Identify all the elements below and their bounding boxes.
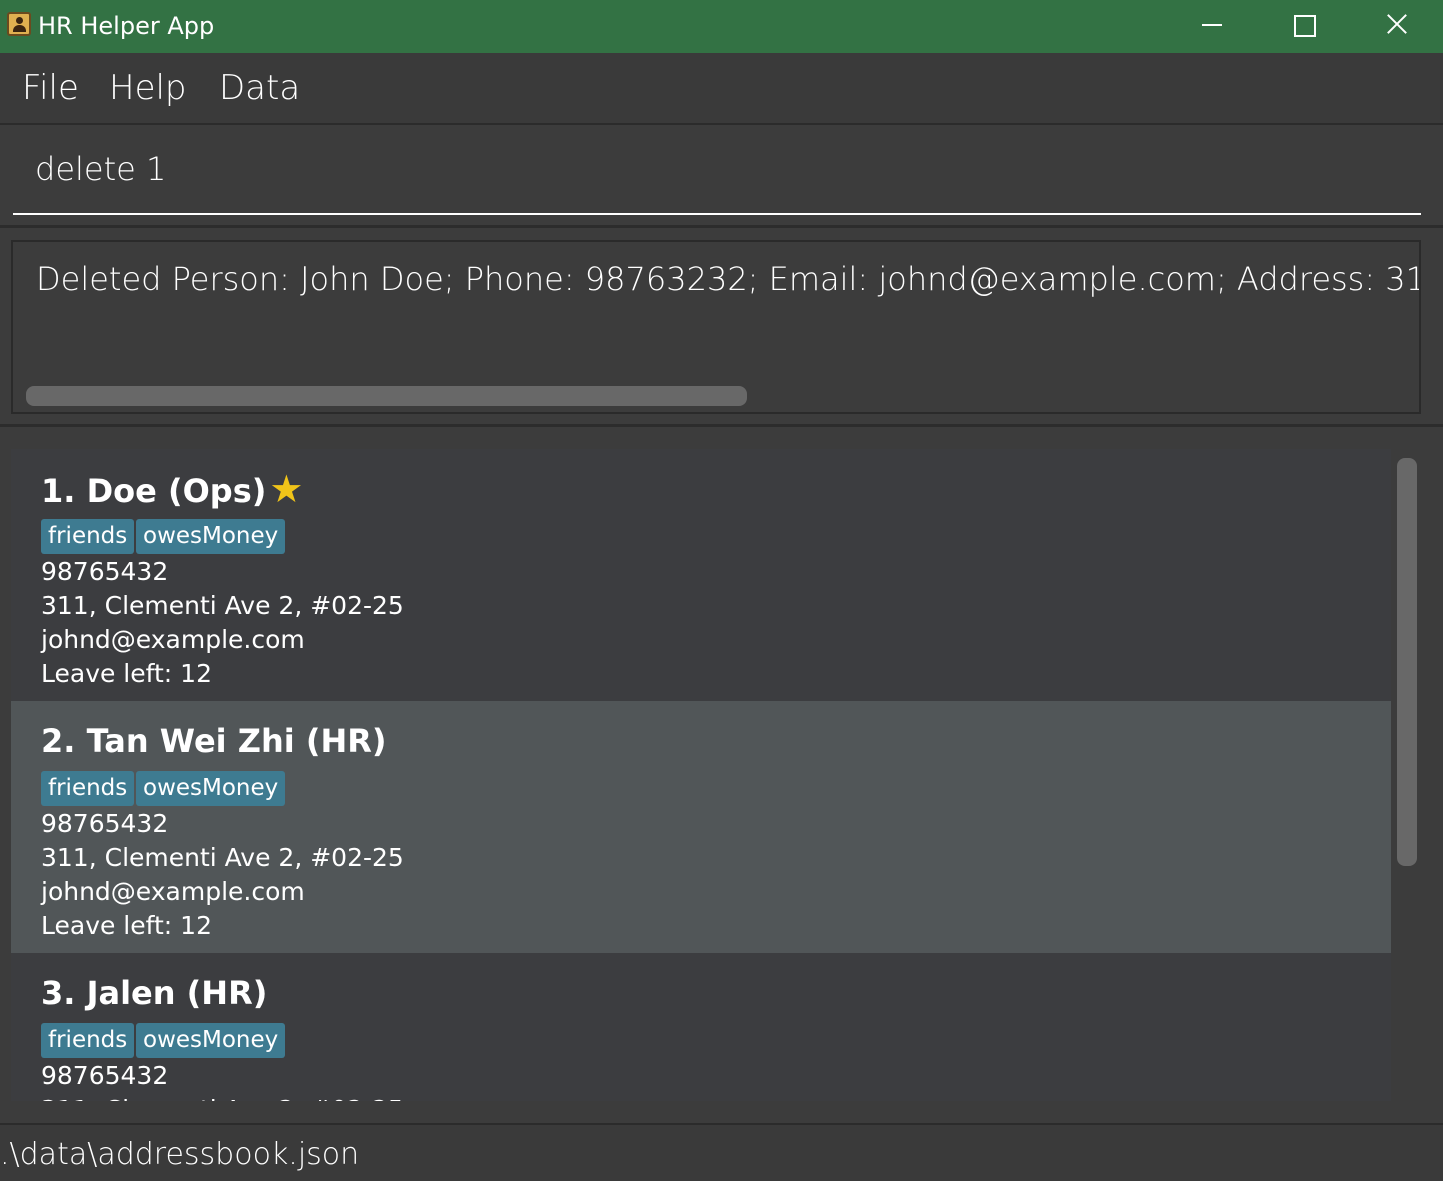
- close-button[interactable]: [1350, 0, 1440, 53]
- person-card[interactable]: 3. Jalen (HR) friendsowesMoney 98765432 311…: [11, 953, 1391, 1101]
- person-phone: 98765432: [41, 809, 169, 838]
- person-email: johnd@example.com: [41, 625, 305, 654]
- person-name: 1. Doe (Ops)★: [41, 467, 304, 511]
- person-address: 311, Clementi Ave 2, #02-25: [41, 843, 404, 872]
- result-message: Deleted Person: John Doe; Phone: 9876323…: [36, 260, 1419, 298]
- person-leave: Leave left: 12: [41, 659, 212, 688]
- save-file-path: .\data\addressbook.json: [0, 1137, 360, 1172]
- person-card[interactable]: 1. Doe (Ops)★ friends owesMoney 98765432 311…: [11, 449, 1391, 701]
- minimize-button[interactable]: [1167, 0, 1257, 53]
- person-list-scrollbar[interactable]: [1397, 458, 1417, 866]
- maximize-button[interactable]: [1258, 0, 1348, 53]
- person-card[interactable]: 2. Tan Wei Zhi (HR) friends owesMoney 98765…: [11, 701, 1391, 953]
- tag-friends: friends: [41, 1023, 135, 1058]
- title-bar: HR Helper App: [0, 0, 1443, 53]
- tag-friends: friends: [41, 519, 135, 554]
- window-title: HR Helper App: [38, 12, 215, 40]
- tag-owesmoney: owesMoney: [136, 519, 286, 554]
- person-list: 1. Doe (Ops)★ friends owesMoney 98765432 311…: [11, 449, 1391, 1101]
- person-address: 311, Clementi Ave 2, #02-25: [41, 591, 404, 620]
- person-leave: Leave left: 12: [41, 911, 212, 940]
- app-icon: [7, 12, 31, 36]
- person-phone: 98765432: [41, 557, 169, 586]
- person-name: 3. Jalen (HR): [41, 974, 268, 1012]
- command-box-area: [0, 125, 1443, 228]
- person-address: 311, Clementi Ave 2, #02-25: [41, 1095, 404, 1101]
- result-display: Deleted Person: John Doe; Phone: 9876323…: [11, 240, 1421, 414]
- menu-help[interactable]: Help: [109, 67, 187, 109]
- person-name: 2. Tan Wei Zhi (HR): [41, 722, 387, 760]
- menu-bar: File Help Data: [0, 53, 1443, 125]
- menu-file[interactable]: File: [22, 67, 79, 109]
- command-input[interactable]: [13, 125, 1421, 215]
- tag-owesmoney: owesMoney: [136, 1023, 286, 1058]
- result-horizontal-scrollbar[interactable]: [26, 386, 747, 406]
- tag-owesmoney: owesMoney: [136, 771, 286, 806]
- star-icon: ★: [269, 467, 304, 511]
- person-email: johnd@example.com: [41, 877, 305, 906]
- menu-data[interactable]: Data: [219, 67, 300, 109]
- tag-friends: friends: [41, 771, 135, 806]
- person-phone: 98765432: [41, 1061, 169, 1090]
- result-display-area: Deleted Person: John Doe; Phone: 9876323…: [0, 229, 1443, 427]
- status-bar: .\data\addressbook.json: [0, 1123, 1443, 1181]
- person-list-panel: 1. Doe (Ops)★ friends owesMoney 98765432 311…: [0, 430, 1443, 1123]
